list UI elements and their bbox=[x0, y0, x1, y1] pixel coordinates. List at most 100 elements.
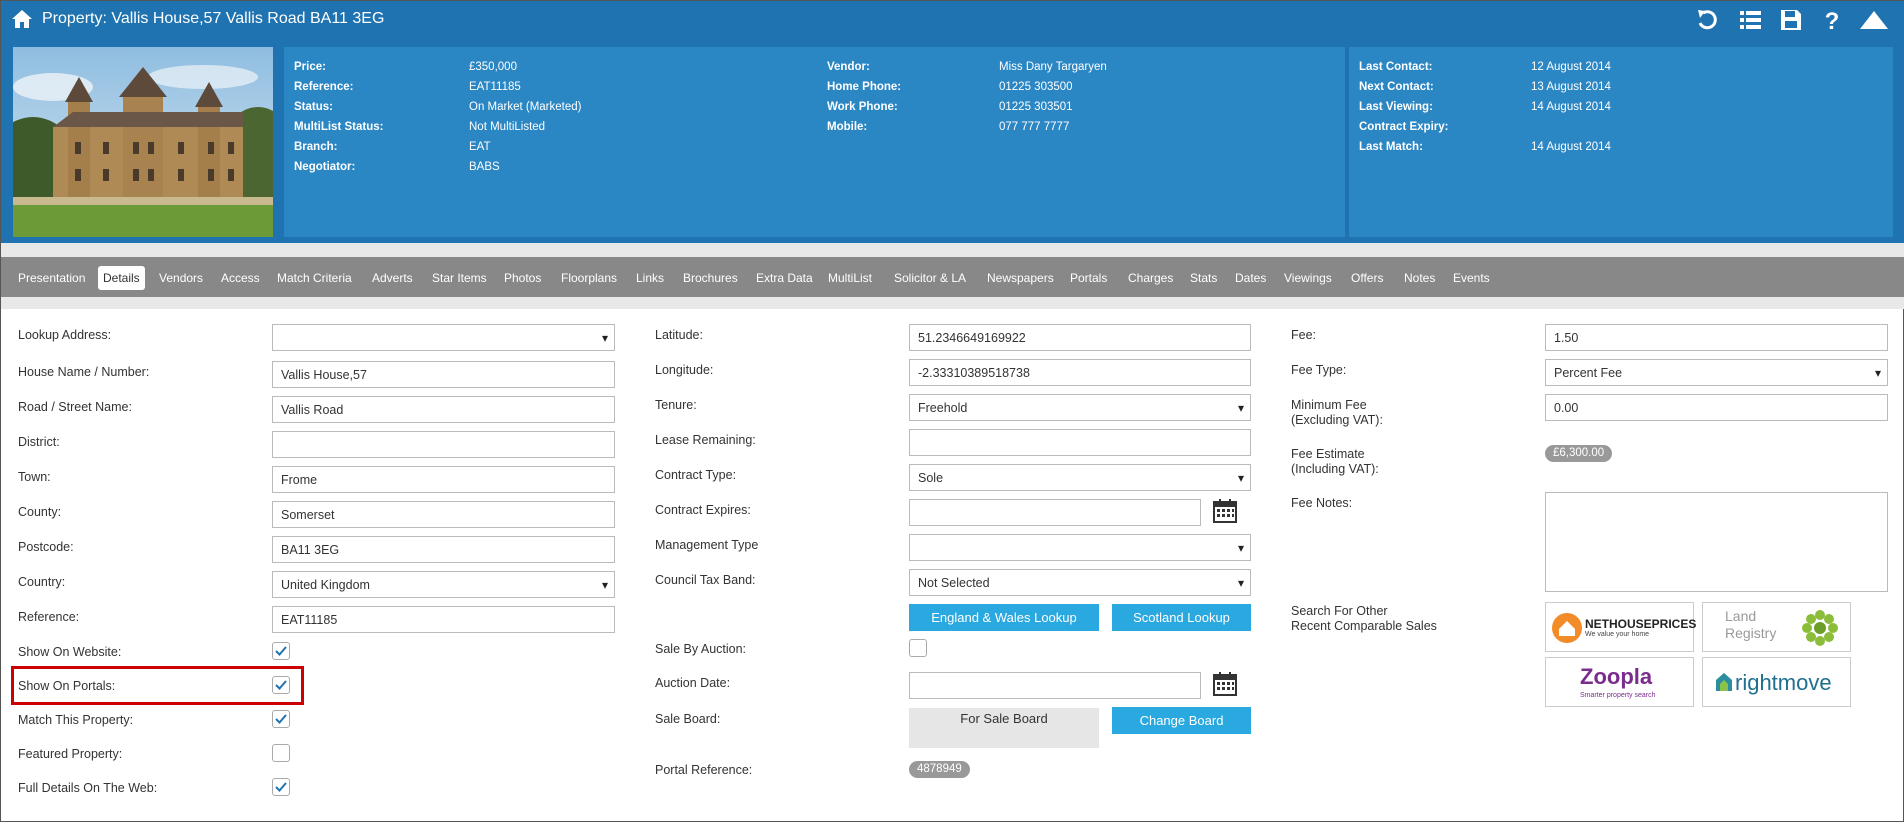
collapse-icon[interactable] bbox=[1859, 8, 1889, 32]
list-icon[interactable] bbox=[1738, 8, 1764, 32]
zoopla-logo[interactable]: Zoopla Smarter property search bbox=[1545, 657, 1694, 707]
county-input[interactable]: Somerset bbox=[272, 501, 615, 528]
tab-portals[interactable]: Portals bbox=[1065, 266, 1112, 290]
management-type-select[interactable] bbox=[909, 534, 1251, 561]
latitude-input[interactable]: 51.2346649169922 bbox=[909, 324, 1251, 351]
fee-input[interactable]: 1.50 bbox=[1545, 324, 1888, 351]
tab-links[interactable]: Links bbox=[631, 266, 669, 290]
scotland-lookup-button[interactable]: Scotland Lookup bbox=[1112, 604, 1251, 631]
fee-notes-textarea[interactable] bbox=[1545, 492, 1888, 592]
save-icon[interactable] bbox=[1778, 8, 1804, 32]
tab-solicitor-la[interactable]: Solicitor & LA bbox=[889, 266, 971, 290]
nethouseprices-logo[interactable]: NETHOUSEPRICES We value your home bbox=[1545, 602, 1697, 652]
tab-photos[interactable]: Photos bbox=[499, 266, 546, 290]
property-photo bbox=[13, 47, 273, 237]
work-phone-label: Work Phone: bbox=[827, 101, 898, 113]
lookup-address-label: Lookup Address: bbox=[18, 328, 112, 342]
full-details-web-checkbox[interactable] bbox=[272, 778, 290, 796]
fee-estimate-label: Fee Estimate bbox=[1291, 447, 1365, 461]
fee-type-label: Fee Type: bbox=[1291, 363, 1347, 377]
tab-adverts[interactable]: Adverts bbox=[367, 266, 418, 290]
status-value: On Market (Marketed) bbox=[469, 101, 582, 113]
fee-type-select[interactable]: Percent Fee bbox=[1545, 359, 1888, 386]
show-on-website-checkbox[interactable] bbox=[272, 642, 290, 660]
last-viewing-value: 14 August 2014 bbox=[1531, 101, 1611, 113]
multilist-status-label: MultiList Status: bbox=[294, 121, 384, 133]
multilist-status-value: Not MultiListed bbox=[469, 121, 546, 133]
tab-offers[interactable]: Offers bbox=[1346, 266, 1388, 290]
home-phone-label: Home Phone: bbox=[827, 81, 902, 93]
tab-viewings[interactable]: Viewings bbox=[1279, 266, 1337, 290]
tab-details[interactable]: Details bbox=[98, 266, 145, 290]
calendar-icon[interactable] bbox=[1212, 498, 1238, 524]
sale-by-auction-checkbox[interactable] bbox=[909, 639, 927, 657]
country-select[interactable]: United Kingdom bbox=[272, 571, 615, 598]
postcode-input[interactable]: BA11 3EG bbox=[272, 536, 615, 563]
tab-star-items[interactable]: Star Items bbox=[427, 266, 492, 290]
zoopla-name: Zoopla bbox=[1580, 664, 1653, 689]
negotiator-label: Negotiator: bbox=[294, 161, 356, 173]
tab-floorplans[interactable]: Floorplans bbox=[556, 266, 622, 290]
longitude-label: Longitude: bbox=[655, 363, 714, 377]
tenure-select[interactable]: Freehold bbox=[909, 394, 1251, 421]
minimum-fee-sublabel: (Excluding VAT): bbox=[1291, 413, 1383, 427]
divider bbox=[1, 243, 1904, 257]
tab-vendors[interactable]: Vendors bbox=[154, 266, 208, 290]
tab-dates[interactable]: Dates bbox=[1230, 266, 1271, 290]
change-board-button[interactable]: Change Board bbox=[1112, 707, 1251, 734]
divider bbox=[1, 297, 1904, 309]
district-input[interactable] bbox=[272, 431, 615, 458]
tab-access[interactable]: Access bbox=[216, 266, 265, 290]
lookup-address-select[interactable] bbox=[272, 324, 615, 351]
calendar-icon[interactable] bbox=[1212, 671, 1238, 697]
checkmark-icon bbox=[275, 714, 287, 724]
road-input[interactable]: Vallis Road bbox=[272, 396, 615, 423]
undo-icon[interactable] bbox=[1695, 8, 1721, 32]
lease-remaining-input[interactable] bbox=[909, 429, 1251, 456]
longitude-input[interactable]: -2.33310389518738 bbox=[909, 359, 1251, 386]
price-label: Price: bbox=[294, 61, 326, 73]
council-tax-band-select[interactable]: Not Selected bbox=[909, 569, 1251, 596]
tab-bar: Presentation Details Vendors Access Matc… bbox=[1, 257, 1904, 297]
branch-label: Branch: bbox=[294, 141, 338, 153]
nethouseprices-name: NETHOUSEPRICES bbox=[1585, 617, 1697, 631]
checkmark-icon bbox=[275, 646, 287, 656]
tab-brochures[interactable]: Brochures bbox=[678, 266, 743, 290]
fee-label: Fee: bbox=[1291, 328, 1317, 342]
nethouseprices-tagline: We value your home bbox=[1585, 631, 1650, 638]
management-type-label: Management Type bbox=[655, 538, 759, 552]
tab-charges[interactable]: Charges bbox=[1123, 266, 1178, 290]
house-name-label: House Name / Number: bbox=[18, 365, 150, 379]
show-on-website-label: Show On Website: bbox=[18, 645, 122, 659]
house-name-input[interactable]: Vallis House,57 bbox=[272, 361, 615, 388]
next-contact-label: Next Contact: bbox=[1359, 81, 1434, 93]
latitude-label: Latitude: bbox=[655, 328, 703, 342]
tab-events[interactable]: Events bbox=[1448, 266, 1495, 290]
home-icon[interactable] bbox=[11, 9, 33, 29]
status-label: Status: bbox=[294, 101, 333, 113]
tab-match-criteria[interactable]: Match Criteria bbox=[272, 266, 357, 290]
contract-type-select[interactable]: Sole bbox=[909, 464, 1251, 491]
minimum-fee-input[interactable]: 0.00 bbox=[1545, 394, 1888, 421]
town-input[interactable]: Frome bbox=[272, 466, 615, 493]
tab-notes[interactable]: Notes bbox=[1399, 266, 1440, 290]
reference-input[interactable]: EAT11185 bbox=[272, 606, 615, 633]
next-contact-value: 13 August 2014 bbox=[1531, 81, 1611, 93]
tab-presentation[interactable]: Presentation bbox=[13, 266, 90, 290]
tab-newspapers[interactable]: Newspapers bbox=[982, 266, 1059, 290]
svg-text:?: ? bbox=[1825, 8, 1840, 32]
branch-value: EAT bbox=[469, 141, 491, 153]
rightmove-logo[interactable]: rightmove bbox=[1702, 657, 1851, 707]
land-registry-line1: Land bbox=[1725, 608, 1757, 624]
featured-property-checkbox[interactable] bbox=[272, 744, 290, 762]
tab-stats[interactable]: Stats bbox=[1185, 266, 1222, 290]
contract-expires-input[interactable] bbox=[909, 499, 1201, 526]
help-icon[interactable]: ? bbox=[1819, 8, 1845, 32]
tab-multilist[interactable]: MultiList bbox=[823, 266, 877, 290]
contract-expiry-label: Contract Expiry: bbox=[1359, 121, 1449, 133]
tab-extra-data[interactable]: Extra Data bbox=[751, 266, 818, 290]
match-this-property-checkbox[interactable] bbox=[272, 710, 290, 728]
england-wales-lookup-button[interactable]: England & Wales Lookup bbox=[909, 604, 1099, 631]
land-registry-logo[interactable]: Land Registry bbox=[1702, 602, 1851, 652]
auction-date-input[interactable] bbox=[909, 672, 1201, 699]
